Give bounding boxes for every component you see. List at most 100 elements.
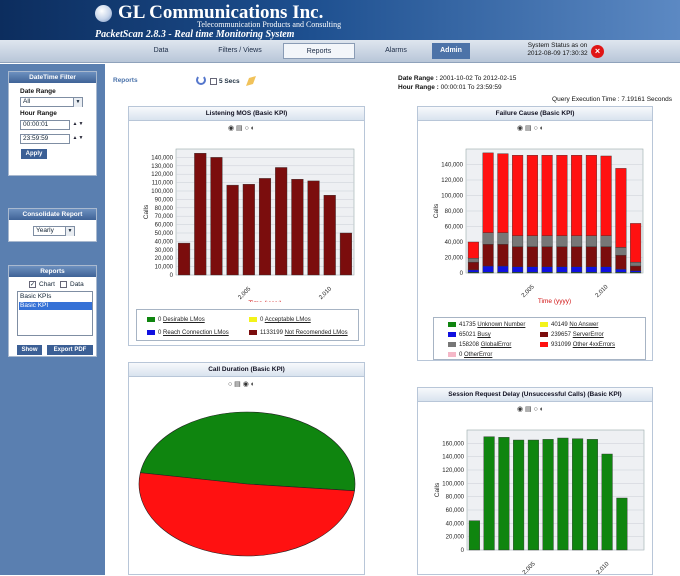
y-axis-label: Calls: [434, 482, 441, 497]
bar: [630, 270, 642, 273]
bar: [556, 235, 568, 247]
consolidate-report-title: Consolidate Report: [9, 209, 96, 220]
hour-end-input[interactable]: 23:59:59: [20, 134, 70, 144]
hour-start-input[interactable]: 00:00:01: [20, 120, 70, 130]
legend: 0 Desirable LMos 0 Acceptable LMos 0 Rea…: [136, 309, 359, 341]
chevron-down-icon[interactable]: ▼: [65, 227, 74, 236]
x-tick-label: 2,010: [596, 561, 611, 576]
datetime-filter-title: DateTime Filter: [9, 72, 96, 83]
status-error-icon[interactable]: ×: [591, 45, 604, 58]
session-request-delay-card: Session Request Delay (Unsuccessful Call…: [417, 387, 653, 576]
left-sidebar: DateTime Filter Date Range All ▼ Hour Ra…: [0, 64, 105, 575]
bar: [513, 439, 525, 551]
hour-start-down-icon[interactable]: ▼: [78, 120, 84, 129]
hour-range-info-label: Hour Range :: [398, 84, 439, 91]
session-request-delay-chart: 0 20,000 40,000 60,000 80,000 100,000 120,000 1…: [434, 429, 645, 576]
hour-range-label: Hour Range: [20, 110, 57, 117]
system-status: System Status as on 2012-08-09 17:30:32: [520, 42, 595, 58]
tab-admin[interactable]: Admin: [432, 43, 470, 59]
y-tick-label: 120,000: [151, 172, 173, 178]
system-status-time: 2012-08-09 17:30:32: [527, 50, 588, 57]
bar: [542, 439, 554, 551]
legend-item: 0 Desirable LMos: [147, 317, 205, 323]
bar: [600, 155, 612, 236]
export-pdf-button[interactable]: Export PDF: [47, 345, 93, 355]
date-range-info-value: 2001-10-02 To 2012-02-15: [439, 75, 517, 82]
y-tick-label: 60,000: [446, 508, 465, 514]
y-axis-label: Calls: [433, 203, 440, 218]
hour-end-down-icon[interactable]: ▼: [78, 134, 84, 143]
legend-item: 0 Reach Connection LMos: [147, 330, 229, 336]
y-tick-label: 40,000: [446, 521, 465, 527]
x-axis-label: Time (yyyy): [248, 300, 281, 302]
y-tick-label: 100,000: [442, 481, 464, 487]
datetime-filter-panel: DateTime Filter Date Range All ▼ Hour Ra…: [8, 71, 97, 176]
bar: [541, 246, 553, 267]
bar: [512, 155, 524, 236]
reports-panel-title: Reports: [9, 266, 96, 277]
y-tick-label: 80,000: [155, 206, 174, 212]
company-tagline: Telecommunication Products and Consultin…: [197, 20, 342, 29]
y-tick-label: 140,000: [151, 155, 173, 161]
y-tick-label: 100,000: [151, 189, 173, 195]
date-range-info-label: Date Range :: [398, 75, 438, 82]
tab-filters-views[interactable]: Filters / Views: [205, 43, 275, 59]
bar: [615, 247, 627, 256]
tab-alarms[interactable]: Alarms: [372, 43, 420, 59]
reports-list[interactable]: Basic KPIs Basic KPI: [17, 291, 93, 336]
edit-pencil-icon[interactable]: [246, 76, 256, 86]
y-tick-label: 20,000: [155, 256, 174, 262]
bar: [600, 266, 612, 273]
call-duration-pie-chart: [138, 411, 356, 557]
reports-panel: Reports ✓ Chart Data Basic KPIs Basic KP…: [8, 265, 97, 357]
y-tick-label: 0: [461, 548, 465, 554]
refresh-icon[interactable]: [196, 75, 206, 85]
bar: [585, 266, 597, 273]
x-axis-label: Time (yyyy): [538, 298, 571, 305]
auto-refresh-checkbox[interactable]: [210, 78, 217, 85]
bar: [467, 241, 479, 259]
bar: [526, 266, 538, 273]
consolidate-report-panel: Consolidate Report Yearly ▼: [8, 208, 97, 242]
chart-checkbox[interactable]: ✓: [29, 281, 36, 288]
bar: [585, 155, 597, 236]
list-item[interactable]: Basic KPIs: [19, 293, 92, 301]
show-button[interactable]: Show: [17, 345, 42, 355]
tab-data[interactable]: Data: [141, 43, 181, 59]
bar: [527, 439, 539, 551]
bar: [526, 246, 538, 267]
data-checkbox[interactable]: [60, 281, 67, 288]
bar: [615, 268, 627, 273]
apply-button[interactable]: Apply: [21, 149, 47, 159]
bar: [600, 235, 612, 247]
chevron-down-icon[interactable]: ▼: [73, 98, 82, 107]
consolidate-select[interactable]: Yearly ▼: [33, 226, 75, 236]
legend-item: 40149 No Answer: [540, 322, 598, 328]
bar: [497, 232, 509, 245]
data-checkbox-label: Data: [70, 281, 84, 288]
date-range-value: All: [23, 98, 31, 105]
bar: [497, 153, 509, 233]
bar: [498, 437, 510, 551]
bar: [210, 157, 223, 276]
y-tick-label: 0: [170, 273, 174, 279]
list-item-selected[interactable]: Basic KPI: [19, 302, 92, 310]
bar: [526, 155, 538, 236]
y-tick-label: 130,000: [151, 164, 173, 170]
date-range-select[interactable]: All ▼: [20, 97, 83, 107]
bar: [616, 497, 628, 551]
reports-label: Reports: [113, 77, 138, 84]
y-tick-label: 70,000: [155, 214, 174, 220]
bar: [572, 438, 584, 551]
y-tick-label: 50,000: [155, 231, 174, 237]
legend-item: 0 OtherError: [448, 352, 492, 358]
bar: [467, 269, 479, 273]
y-tick-label: 60,000: [445, 225, 464, 231]
bar: [571, 246, 583, 267]
x-tick-label: 2,005: [237, 286, 252, 301]
legend-item: 65021 Busy: [448, 332, 491, 338]
bar: [630, 261, 642, 267]
bar: [630, 223, 642, 263]
tab-reports[interactable]: Reports: [283, 43, 355, 59]
bar: [601, 453, 613, 551]
